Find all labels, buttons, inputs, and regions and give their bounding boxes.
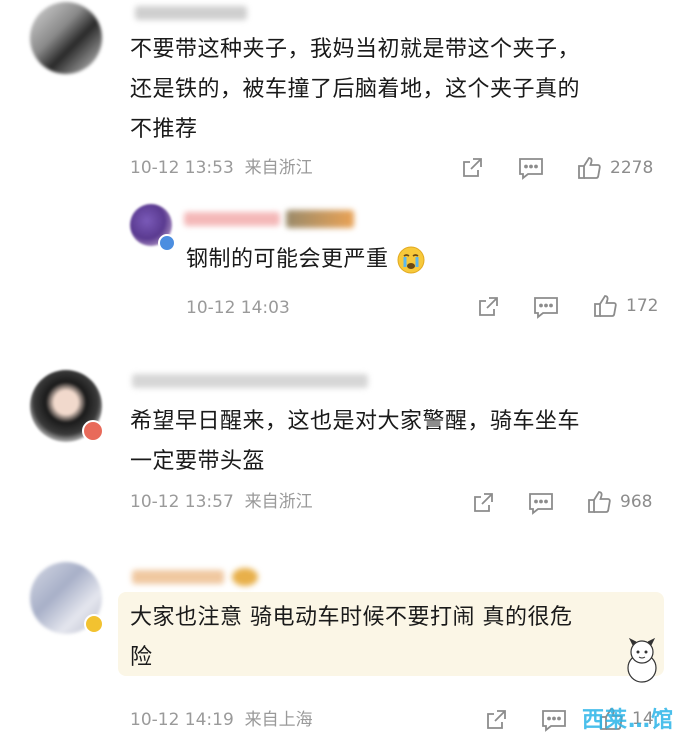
reply-button[interactable] <box>518 155 544 181</box>
comment-icon <box>542 710 566 732</box>
comment-time: 10-12 14:19 <box>130 710 234 730</box>
reply-text: 钢制的可能会更严重 <box>186 240 606 280</box>
comment-meta: 10-12 13:53 来自浙江 <box>130 156 313 180</box>
username[interactable] <box>132 374 368 388</box>
comment-time: 10-12 13:53 <box>130 158 234 178</box>
cat-sticker-icon <box>627 637 657 683</box>
reply-meta: 10-12 14:03 <box>186 296 290 320</box>
like-button[interactable]: 968 <box>586 489 652 515</box>
verified-badge <box>158 234 176 252</box>
username[interactable] <box>135 6 247 20</box>
thumbs-up-icon <box>594 295 617 317</box>
share-button[interactable] <box>460 155 484 181</box>
crying-face-icon <box>397 246 425 274</box>
reply-comment-button[interactable] <box>533 294 559 320</box>
badge <box>82 420 104 442</box>
comment-location: 来自上海 <box>244 710 313 730</box>
watermark: 西莱…馆 <box>582 702 674 734</box>
username[interactable] <box>132 570 224 584</box>
like-count: 172 <box>626 296 659 316</box>
thumbs-up-icon <box>578 157 601 179</box>
reply-like-button[interactable]: 172 <box>592 293 658 319</box>
avatar[interactable] <box>30 2 102 74</box>
comment-time: 10-12 13:57 <box>130 492 234 512</box>
reply-button[interactable] <box>541 707 567 733</box>
like-button[interactable]: 2278 <box>576 155 653 181</box>
share-icon <box>474 493 493 512</box>
comment-text: 大家也注意 骑电动车时候不要打闹 真的很危 险 <box>130 605 573 670</box>
comment-icon <box>529 493 553 515</box>
comment-meta: 10-12 14:19 来自上海 <box>130 708 313 732</box>
share-icon <box>463 158 482 177</box>
comment-location: 来自浙江 <box>244 492 313 512</box>
reply-share-button[interactable] <box>476 294 500 320</box>
thumbs-up-icon <box>588 491 611 513</box>
share-button[interactable] <box>471 490 495 516</box>
like-count: 968 <box>620 492 653 512</box>
share-button[interactable] <box>484 707 508 733</box>
comment-icon <box>519 158 543 180</box>
comment-text: 不要带这种夹子，我妈当初就是带这个夹子， 还是铁的，被车撞了后脑着地，这个夹子真… <box>130 37 581 142</box>
badge <box>84 614 104 634</box>
comment-location: 来自浙江 <box>244 158 313 178</box>
comment-meta: 10-12 13:57 来自浙江 <box>130 490 313 514</box>
share-icon <box>487 710 506 729</box>
user-badges <box>286 210 354 228</box>
watermark-text: 西莱…馆 <box>581 708 674 733</box>
reply-username[interactable] <box>184 212 280 226</box>
share-icon <box>479 297 498 316</box>
user-badge <box>232 568 258 586</box>
reply-button[interactable] <box>528 490 554 516</box>
reply-time: 10-12 14:03 <box>186 298 290 318</box>
like-count: 2278 <box>610 158 654 178</box>
comment-text: 希望早日醒来，这也是对大家警醒，骑车坐车 一定要带头盔 <box>130 409 581 474</box>
comment-icon <box>534 297 558 319</box>
